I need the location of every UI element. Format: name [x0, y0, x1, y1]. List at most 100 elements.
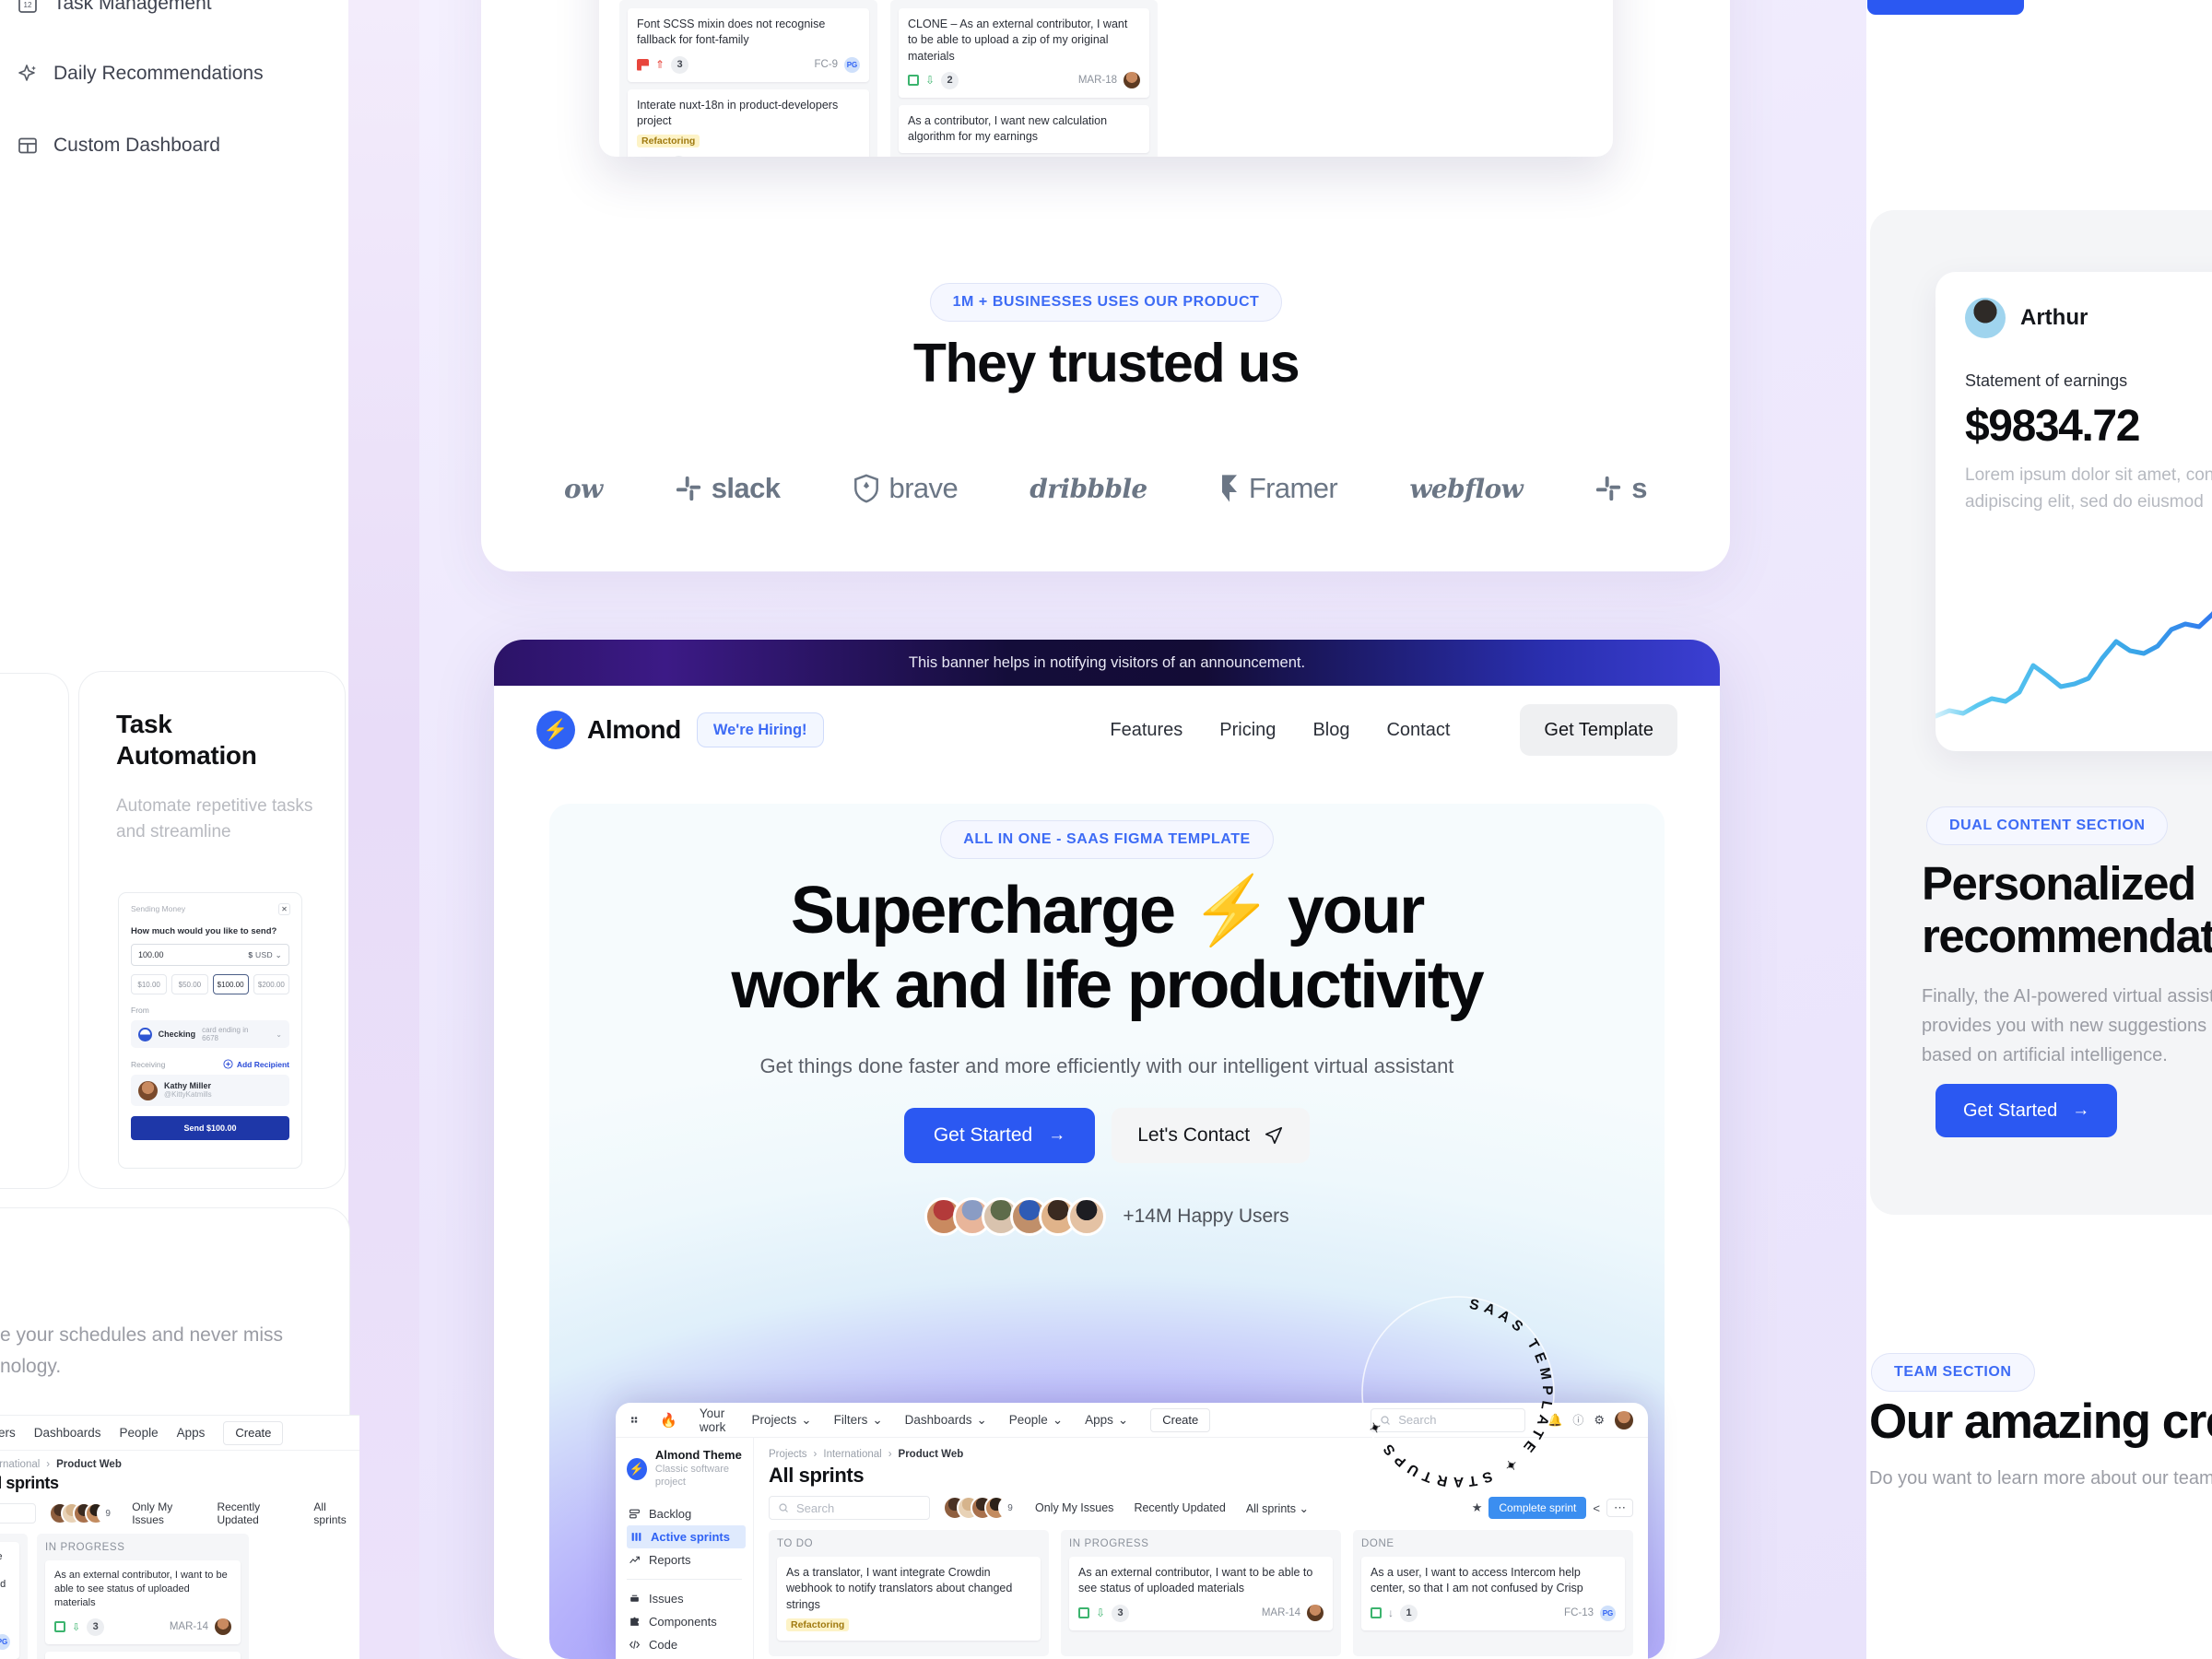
topbar-link[interactable]: Apps: [177, 1426, 206, 1440]
board-card[interactable]: Font SCSS mixin does not recognise fallb…: [628, 8, 869, 82]
user-avatar[interactable]: [1615, 1410, 1633, 1430]
currency-selector[interactable]: $ USD ⌄: [248, 950, 282, 960]
breadcrumb-item[interactable]: International: [823, 1449, 881, 1460]
flame-logo-icon[interactable]: 🔥: [660, 1412, 677, 1429]
send-money-button[interactable]: Send $100.00: [131, 1116, 289, 1140]
topbar-link-your-work[interactable]: Your work: [700, 1406, 730, 1434]
create-button[interactable]: Create: [223, 1420, 284, 1445]
sidebar-item-label: Custom Dashboard: [53, 135, 220, 156]
topbar-link-projects[interactable]: Projects ⌄: [752, 1413, 812, 1428]
board-card[interactable]: As a translator, I want integrate Crowdi…: [777, 1557, 1041, 1641]
dual-get-started-button[interactable]: Get Started →: [1936, 1084, 2118, 1137]
board-card[interactable]: Interate nuxt-18n in product-developers …: [628, 88, 869, 157]
complete-sprint-button[interactable]: Complete sprint: [1488, 1497, 1587, 1519]
from-account-row[interactable]: Checking card ending in 6678 ⌄: [131, 1020, 289, 1048]
filter-only-my-issues[interactable]: Only My Issues: [132, 1500, 204, 1526]
sidebar-item-custom-dashboard[interactable]: Custom Dashboard: [17, 135, 220, 157]
board-card[interactable]: Replace JustComments with something ↑ 3 …: [45, 1651, 241, 1659]
card-meta: ⇑ 3 FC-9 PG: [637, 55, 860, 74]
sidebar-item-label: Backlog: [649, 1506, 692, 1521]
sidebar-item-backlog[interactable]: Backlog: [627, 1502, 753, 1525]
nav-link-pricing[interactable]: Pricing: [1219, 720, 1276, 741]
amount-chip-selected[interactable]: $100.00: [212, 974, 249, 994]
project-name: Almond Theme: [654, 1448, 742, 1462]
gear-icon[interactable]: ⚙: [1594, 1413, 1605, 1428]
filter-all-sprints[interactable]: All sprints: [313, 1500, 359, 1526]
get-template-button[interactable]: Get Template: [1520, 704, 1677, 756]
sidebar-item-active-sprints[interactable]: Active sprints: [627, 1524, 746, 1548]
hero-title-line2: work and life productivity: [731, 947, 1485, 1022]
nav-link-contact[interactable]: Contact: [1386, 720, 1450, 741]
story-points: 3: [671, 55, 689, 74]
sidebar-item-task-management[interactable]: 12 Task Management: [17, 0, 212, 15]
breadcrumb-item[interactable]: Product Web: [899, 1449, 964, 1460]
create-button[interactable]: Create: [1150, 1407, 1211, 1432]
card-meta: ⇩ 3 MAR-14: [1078, 1604, 1324, 1622]
get-started-button[interactable]: Get Started →: [903, 1108, 1096, 1163]
account-name: Checking: [158, 1030, 196, 1039]
topbar-link[interactable]: Filters: [0, 1426, 16, 1440]
page-title: All sprints: [0, 1474, 59, 1492]
breadcrumb-item[interactable]: Product Web: [56, 1459, 122, 1470]
project-header: ⚡ Almond Theme Classic software project: [627, 1448, 753, 1489]
board-card[interactable]: CLONE – As an external contributor, I wa…: [899, 8, 1149, 98]
board-card[interactable]: As a contributor, I want new calculation…: [899, 104, 1149, 154]
logo-label: dribbble: [1030, 473, 1147, 504]
search-input[interactable]: rch: [0, 1503, 37, 1524]
filter-only-my-issues[interactable]: Only My Issues: [1035, 1501, 1113, 1514]
puzzle-icon: [630, 1617, 639, 1626]
divider: [627, 1578, 742, 1580]
lets-contact-button[interactable]: Let's Contact: [1112, 1108, 1311, 1163]
filter-all-sprints[interactable]: All sprints ⌄: [1246, 1501, 1309, 1515]
amount-chip[interactable]: $200.00: [253, 974, 289, 994]
topbar-link-filters[interactable]: Filters ⌄: [834, 1413, 883, 1428]
board-card[interactable]: As a user, I want to access Intercom hel…: [1361, 1557, 1625, 1630]
avatar-group: 9: [943, 1496, 1022, 1520]
sidebar-item-code[interactable]: Code: [627, 1633, 753, 1656]
nav-link-blog[interactable]: Blog: [1312, 720, 1349, 741]
filter-recently-updated[interactable]: Recently Updated: [1134, 1501, 1225, 1514]
sidebar-item-reports[interactable]: Reports: [627, 1548, 753, 1571]
top-right-button[interactable]: [1867, 0, 2024, 15]
board-card[interactable]: As an external contributor, I want to be…: [45, 1560, 241, 1644]
breadcrumb-item[interactable]: Projects: [769, 1449, 807, 1460]
board-card[interactable]: ranslator, I want integrate Crowdin ook …: [0, 1542, 19, 1659]
add-recipient-button[interactable]: Add Recipient: [223, 1059, 289, 1069]
topbar-link-people[interactable]: People ⌄: [1009, 1413, 1063, 1428]
amount-chip[interactable]: $50.00: [171, 974, 208, 994]
card-title: As a translator, I want integrate Crowdi…: [786, 1566, 1013, 1611]
issue-key: FC-13: [1564, 1607, 1594, 1618]
brand[interactable]: ⚡ Almond: [536, 711, 681, 749]
recipient-row[interactable]: Kathy Miller @KittyKatmills: [131, 1075, 289, 1106]
sidebar-item-issues[interactable]: Issues: [627, 1587, 753, 1610]
more-options-icon[interactable]: ⋯: [1606, 1499, 1633, 1517]
help-icon[interactable]: ⓘ: [1572, 1412, 1583, 1428]
sidebar-item-daily-recommendations[interactable]: Daily Recommendations: [17, 63, 264, 85]
nav-link-features[interactable]: Features: [1110, 720, 1182, 741]
search-placeholder: Search: [796, 1500, 835, 1515]
send-amount-input[interactable]: 100.00 $ USD ⌄: [131, 944, 289, 966]
chevron-down-icon[interactable]: ⌄: [276, 1030, 282, 1039]
filter-recently-updated[interactable]: Recently Updated: [217, 1500, 300, 1526]
send-money-title: Sending Money: [131, 904, 186, 913]
sidebar-item-components[interactable]: Components: [627, 1610, 753, 1633]
breadcrumb-item[interactable]: International: [0, 1459, 40, 1470]
logo-dribbble: dribbble: [1030, 474, 1147, 504]
hiring-badge[interactable]: We're Hiring!: [696, 712, 824, 747]
topbar-link-apps[interactable]: Apps ⌄: [1085, 1413, 1128, 1428]
close-icon[interactable]: ✕: [278, 903, 290, 915]
brand-name: Almond: [587, 715, 681, 744]
amount-chip[interactable]: $10.00: [131, 974, 168, 994]
stamp-text: SAAS TEMPLATE ✦ STARTUPS ✦: [1365, 1297, 1555, 1489]
share-icon[interactable]: <: [1593, 1501, 1600, 1515]
star-icon[interactable]: ★: [1472, 1500, 1483, 1515]
logo-label: s: [1631, 472, 1647, 504]
topbar-link[interactable]: People: [120, 1426, 159, 1440]
recipient-name: Kathy Miller: [164, 1080, 212, 1090]
topbar-link-dashboards[interactable]: Dashboards ⌄: [905, 1413, 987, 1428]
board-card[interactable]: As an external contributor, I want to be…: [1069, 1557, 1333, 1630]
dollar-icon: $: [248, 949, 253, 959]
board-search-input[interactable]: Search: [769, 1496, 930, 1520]
apps-grid-icon[interactable]: [630, 1413, 638, 1427]
topbar-link[interactable]: Dashboards: [34, 1426, 101, 1440]
